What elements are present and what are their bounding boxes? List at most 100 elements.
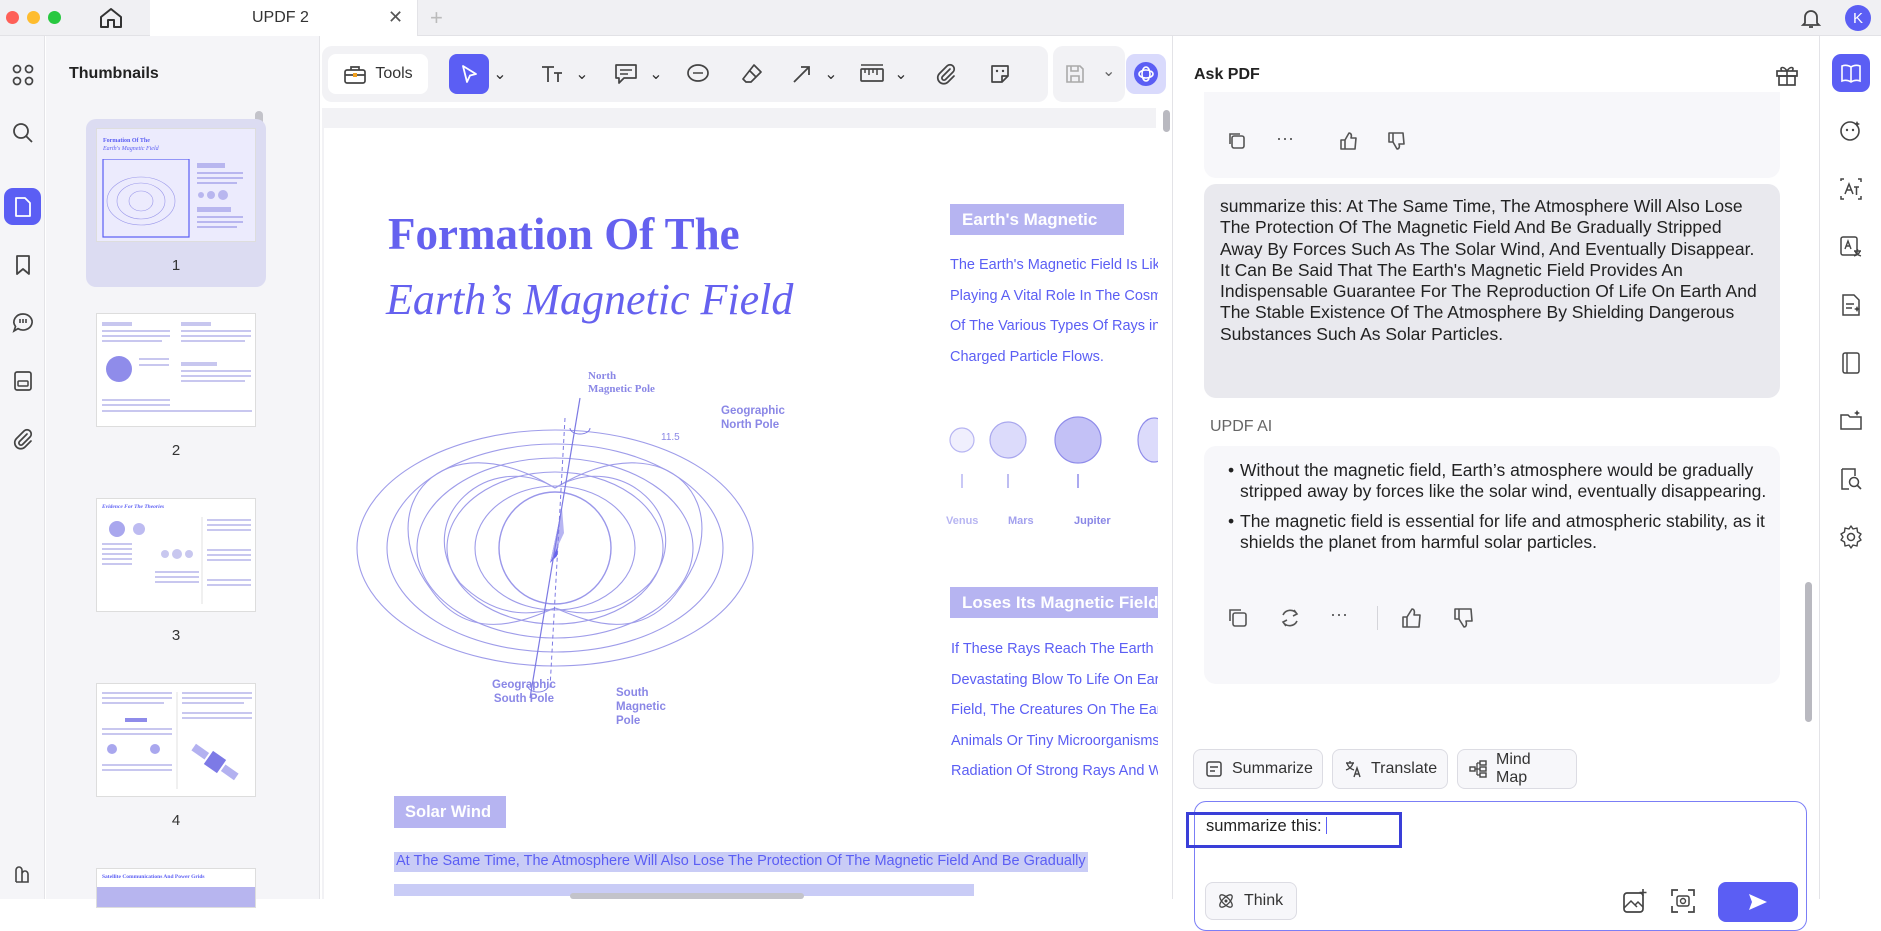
search-icon[interactable] [4, 114, 41, 151]
comment-tool-button[interactable] [608, 54, 644, 94]
ai-chat-icon[interactable] [1832, 112, 1870, 150]
new-tab-icon[interactable]: + [430, 5, 443, 31]
thumbs-down-icon[interactable] [1386, 130, 1408, 152]
planet-venus-label: Venus [946, 515, 979, 527]
form-field-icon[interactable] [4, 362, 41, 399]
document-horizontal-scrollbar[interactable] [570, 893, 804, 899]
thumbnail-page-2[interactable] [96, 313, 256, 427]
thumbnail-page-3[interactable]: Evidence For The Theories [96, 498, 256, 612]
copy-icon[interactable] [1226, 606, 1250, 630]
measure-tool-button[interactable] [854, 54, 890, 94]
screenshot-icon[interactable] [1669, 887, 1697, 915]
text-caret [1325, 817, 1327, 834]
translate-label: Translate [1371, 760, 1438, 777]
text-tool-dropdown[interactable]: ⌄ [575, 54, 589, 94]
gift-icon[interactable] [1774, 62, 1800, 88]
thumbs-up-icon[interactable] [1400, 606, 1424, 630]
thumb1-title-a: Formation Of The [103, 138, 150, 144]
send-button[interactable] [1718, 882, 1798, 922]
ai-assistant-button[interactable] [1126, 54, 1166, 94]
document-tab[interactable]: UPDF 2 ✕ [150, 0, 418, 36]
search-document-icon[interactable] [1832, 460, 1870, 498]
apps-grid-icon[interactable] [4, 56, 41, 93]
save-disk-icon[interactable] [1063, 62, 1087, 86]
title-bar: UPDF 2 ✕ + K [0, 0, 1881, 36]
folder-ai-icon[interactable] [1832, 402, 1870, 440]
image-upload-icon[interactable] [1621, 887, 1649, 915]
document-vertical-scrollbar[interactable] [1163, 110, 1170, 132]
copy-icon[interactable] [1226, 130, 1248, 152]
toolbar: Tools ⌄ ⌄ ⌄ ⌄ ⌄ [322, 46, 1048, 102]
thumbnails-page-icon[interactable] [4, 188, 41, 225]
selected-text-line[interactable]: At The Same Time, The Atmosphere Will Al… [394, 852, 1088, 872]
save-group: ⌄ [1053, 46, 1125, 102]
ai-book-icon [1839, 61, 1863, 85]
loses-heading: Loses Its Magnetic Field [950, 587, 1158, 618]
chevron-down-icon[interactable]: ⌄ [1102, 61, 1115, 81]
chat-input-text[interactable]: summarize this: [1206, 817, 1327, 836]
ocr-icon[interactable] [1832, 170, 1870, 208]
measure-tool-dropdown[interactable]: ⌄ [894, 54, 908, 94]
ai-document-icon[interactable] [1832, 286, 1870, 324]
regenerate-icon[interactable] [1278, 606, 1302, 630]
settings-gear-icon[interactable] [1832, 518, 1870, 556]
pdf-page[interactable]: Formation Of The Earth’s Magnetic Field … [324, 128, 1158, 899]
earths-magnetic-line: Of The Various Types Of Rays in [950, 318, 1158, 335]
think-toggle[interactable]: Think [1205, 882, 1297, 920]
thumbs-up-icon[interactable] [1338, 130, 1360, 152]
sticker-icon [988, 62, 1012, 86]
note-tool-button[interactable] [680, 54, 716, 94]
translate-chip[interactable]: Translate [1332, 749, 1448, 789]
thumbnail-page-5[interactable]: Satellite Communications And Power Grids [96, 868, 256, 908]
label-south-magnetic-pole-line2: Magnetic [616, 701, 666, 713]
line-tool-button[interactable] [784, 54, 820, 94]
sticker-tool-button[interactable] [982, 54, 1018, 94]
translate-document-icon[interactable] [1832, 228, 1870, 266]
attachment-icon[interactable] [4, 420, 41, 457]
comment-tool-dropdown[interactable]: ⌄ [649, 54, 663, 94]
thumbnail-number-2: 2 [171, 442, 181, 459]
earths-magnetic-line: Playing A Vital Role In The Cosm [950, 287, 1158, 304]
chat-scrollbar[interactable] [1805, 582, 1812, 722]
cursor-arrow-icon [458, 63, 480, 85]
assistant-bullet-text: Without the magnetic field, Earth’s atmo… [1240, 460, 1767, 502]
thumbs-down-icon[interactable] [1452, 606, 1476, 630]
summarize-chip[interactable]: Summarize [1193, 749, 1323, 789]
assistant-bullet-text: The magnetic field is essential for life… [1240, 510, 1765, 552]
thumbnail-page-4[interactable] [96, 683, 256, 797]
tools-button[interactable]: Tools [328, 54, 428, 94]
mind-map-chip[interactable]: Mind Map [1457, 749, 1577, 789]
eraser-tool-button[interactable] [734, 54, 770, 94]
earths-magnetic-paragraph: The Earth's Magnetic Field Is Like Playi… [950, 250, 1158, 372]
reader-book-icon[interactable] [1832, 344, 1870, 382]
updf-logo-icon[interactable] [4, 856, 41, 893]
assistant-bullet: • The magnetic field is essential for li… [1228, 510, 1770, 554]
bookmark-icon[interactable] [4, 246, 41, 283]
ai-book-button[interactable] [1832, 54, 1870, 92]
thumbnails-title: Thumbnails [69, 65, 159, 82]
attach-tool-button[interactable] [928, 54, 964, 94]
paperclip-icon [934, 62, 958, 86]
select-tool-dropdown[interactable]: ⌄ [492, 54, 508, 94]
close-tab-icon[interactable]: ✕ [388, 7, 403, 28]
assistant-bullet: • Without the magnetic field, Earth’s at… [1228, 460, 1770, 503]
zoom-window-button[interactable] [48, 11, 61, 24]
home-icon[interactable] [98, 6, 124, 30]
avatar[interactable]: K [1845, 5, 1871, 31]
user-message-text: summarize this: At The Same Time, The At… [1220, 196, 1757, 344]
minimize-window-button[interactable] [27, 11, 40, 24]
more-icon[interactable]: ··· [1276, 128, 1294, 149]
text-tool-button[interactable] [534, 54, 570, 94]
planet-jupiter-label: Jupiter [1074, 515, 1111, 527]
bell-icon[interactable] [1799, 6, 1823, 30]
comment-list-icon[interactable] [4, 304, 41, 341]
chat-input-box[interactable]: summarize this: Think [1186, 801, 1807, 931]
close-window-button[interactable] [6, 11, 19, 24]
select-tool-button[interactable] [449, 54, 489, 94]
label-geographic-north-pole-line2: North Pole [721, 419, 780, 431]
mind-map-label: Mind Map [1496, 751, 1531, 786]
more-icon[interactable]: ··· [1330, 604, 1348, 625]
line-tool-dropdown[interactable]: ⌄ [824, 54, 838, 94]
chevron-down-icon: ⌄ [575, 66, 589, 83]
thumbnail-page-1[interactable]: Formation Of The Earth's Magnetic Field [96, 128, 256, 242]
